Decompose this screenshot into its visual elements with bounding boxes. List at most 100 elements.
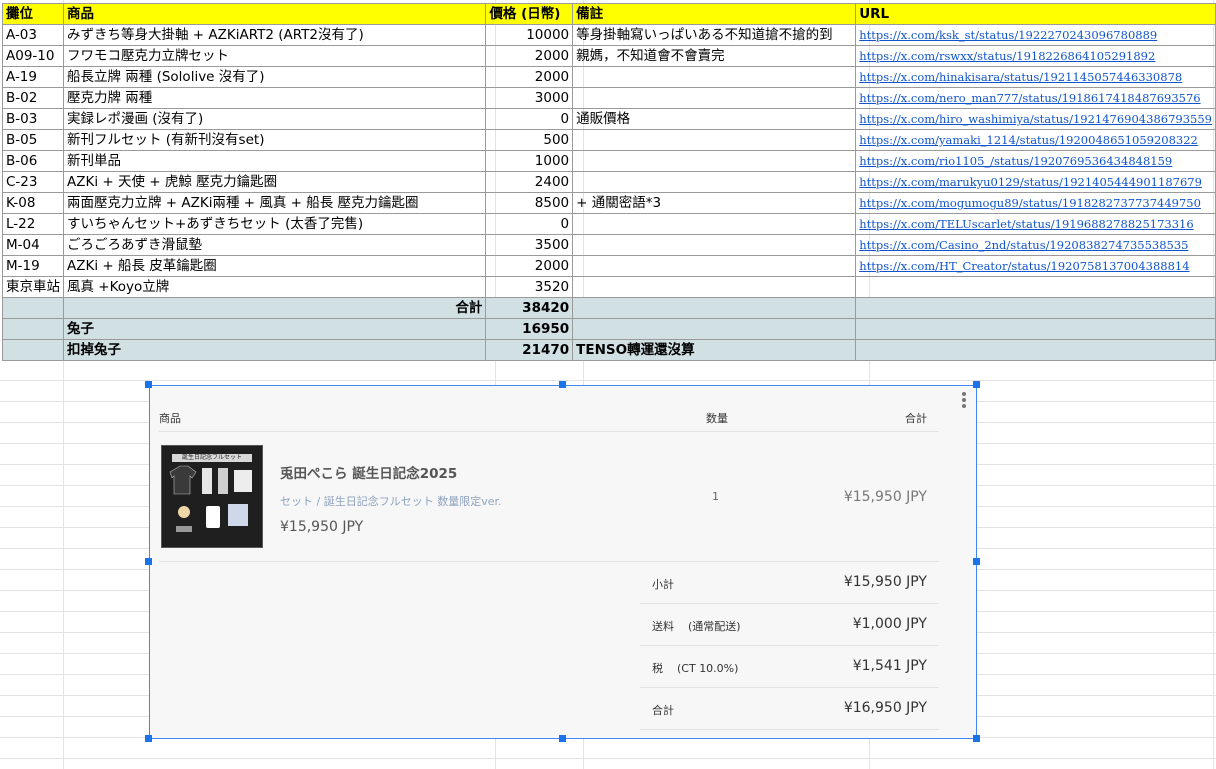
cell-price[interactable]: 3000 — [485, 87, 574, 109]
cell-url-link[interactable]: https://x.com/marukyu0129/status/1921405… — [855, 171, 1216, 193]
header-booth[interactable]: 攤位 — [2, 3, 64, 25]
resize-handle-bottom-right[interactable] — [973, 735, 980, 742]
total-label[interactable]: 合計 — [62, 297, 487, 319]
cell-note[interactable]: 等身掛軸寫いっぱいある不知道搶不搶的到 — [572, 24, 857, 46]
cell-price[interactable]: 2000 — [485, 45, 574, 67]
cell-url-link[interactable]: https://x.com/rswxx/status/1918226864105… — [855, 45, 1216, 67]
cell-booth[interactable]: A09-10 — [2, 45, 64, 67]
header-note[interactable]: 備註 — [572, 3, 857, 25]
header-item[interactable]: 商品 — [62, 3, 487, 25]
cell-url-link[interactable]: https://x.com/rio1105_/status/1920769536… — [855, 150, 1216, 172]
cell-item[interactable]: すいちゃんセット+あずきちセット (太香了完售) — [62, 213, 487, 235]
cell-item[interactable]: 実録レポ漫画 (沒有了) — [62, 108, 487, 130]
net-note[interactable]: TENSO轉運還沒算 — [572, 339, 857, 361]
cell-booth[interactable]: 東京車站 — [2, 276, 64, 298]
net-value[interactable]: 21470 — [485, 339, 574, 361]
cell-note[interactable] — [572, 255, 857, 277]
cell-note[interactable]: 通販價格 — [572, 108, 857, 130]
net-label[interactable]: 扣掉兔子 — [62, 339, 487, 361]
cell-booth[interactable]: L-22 — [2, 213, 64, 235]
cell-price[interactable]: 2000 — [485, 66, 574, 88]
cell-url-link[interactable]: https://x.com/yamaki_1214/status/1920048… — [855, 129, 1216, 151]
cell-booth[interactable]: B-06 — [2, 150, 64, 172]
cell-booth[interactable]: M-19 — [2, 255, 64, 277]
cell-price[interactable]: 3520 — [485, 276, 574, 298]
cell-booth[interactable]: B-03 — [2, 108, 64, 130]
cell-booth[interactable]: M-04 — [2, 234, 64, 256]
cell-price[interactable]: 0 — [485, 108, 574, 130]
cell-url-link[interactable]: https://x.com/hiro_washimiya/status/1921… — [855, 108, 1216, 130]
cell-url-link[interactable]: https://x.com/Casino_2nd/status/19208382… — [855, 234, 1216, 256]
cell-price[interactable]: 8500 — [485, 192, 574, 214]
cell-note[interactable] — [572, 234, 857, 256]
cell-booth[interactable]: B-05 — [2, 129, 64, 151]
cell-item[interactable]: 船長立牌 兩種 (Sololive 沒有了) — [62, 66, 487, 88]
cell-item[interactable]: フワモコ壓克力立牌セット — [62, 45, 487, 67]
divider — [640, 729, 939, 730]
cell-note[interactable] — [572, 66, 857, 88]
cell-booth[interactable]: K-08 — [2, 192, 64, 214]
cell-empty[interactable] — [855, 339, 1216, 361]
cell-url-link[interactable]: https://x.com/nero_man777/status/1918617… — [855, 87, 1216, 109]
cell-empty[interactable] — [2, 318, 64, 340]
cell-price[interactable]: 10000 — [485, 24, 574, 46]
cell-empty[interactable] — [572, 297, 857, 319]
embedded-image[interactable]: 商品 数量 合計 誕生日記念フルセット 兎田ぺこら 誕生日記念2025 セット … — [149, 385, 977, 739]
cell-empty[interactable] — [855, 297, 1216, 319]
cell-item[interactable]: 兩面壓克力立牌 + AZKi兩種 + 風真 + 船長 壓克力鑰匙圈 — [62, 192, 487, 214]
spreadsheet-canvas[interactable]: 攤位 商品 價格 (日幣) 備註 URL A-03 みずきち等身大掛軸 + AZK… — [0, 0, 1216, 769]
header-url[interactable]: URL — [855, 3, 1216, 25]
cell-price[interactable]: 1000 — [485, 150, 574, 172]
cell-item[interactable]: 新刊単品 — [62, 150, 487, 172]
cell-note[interactable] — [572, 213, 857, 235]
cell-url-link[interactable]: https://x.com/ksk_st/status/192227024309… — [855, 24, 1216, 46]
cell-url-link[interactable]: https://x.com/HT_Creator/status/19207581… — [855, 255, 1216, 277]
header-price[interactable]: 價格 (日幣) — [485, 3, 574, 25]
table-row: K-08 兩面壓克力立牌 + AZKi兩種 + 風真 + 船長 壓克力鑰匙圈 850… — [2, 192, 1216, 214]
cell-booth[interactable]: A-19 — [2, 66, 64, 88]
cell-item[interactable]: ごろごろあずき滑鼠墊 — [62, 234, 487, 256]
cell-url-link[interactable]: https://x.com/TELUscarlet/status/1919688… — [855, 213, 1216, 235]
cell-note[interactable] — [572, 87, 857, 109]
cell-item[interactable]: AZKi + 天使 + 虎鯨 壓克力鑰匙圈 — [62, 171, 487, 193]
cell-item[interactable]: 風真 +Koyo立牌 — [62, 276, 487, 298]
cell-price[interactable]: 0 — [485, 213, 574, 235]
cell-item[interactable]: 壓克力牌 兩種 — [62, 87, 487, 109]
resize-handle-top-right[interactable] — [973, 381, 980, 388]
cell-note[interactable] — [572, 150, 857, 172]
rabbit-label[interactable]: 兔子 — [62, 318, 487, 340]
cell-url-link[interactable]: https://x.com/hinakisara/status/19211450… — [855, 66, 1216, 88]
cell-price[interactable]: 500 — [485, 129, 574, 151]
cell-empty[interactable] — [855, 318, 1216, 340]
resize-handle-bottom-left[interactable] — [145, 735, 152, 742]
resize-handle-left[interactable] — [145, 558, 152, 565]
cell-price[interactable]: 2000 — [485, 255, 574, 277]
resize-handle-top[interactable] — [559, 381, 566, 388]
cell-booth[interactable]: C-23 — [2, 171, 64, 193]
divider — [640, 603, 939, 604]
cell-empty[interactable] — [2, 339, 64, 361]
cell-note[interactable]: + 通關密語*3 — [572, 192, 857, 214]
cell-price[interactable]: 2400 — [485, 171, 574, 193]
resize-handle-right[interactable] — [973, 558, 980, 565]
cell-item[interactable]: みずきち等身大掛軸 + AZKiART2 (ART2沒有了) — [62, 24, 487, 46]
cell-note[interactable] — [572, 171, 857, 193]
cell-booth[interactable]: B-02 — [2, 87, 64, 109]
rabbit-value[interactable]: 16950 — [485, 318, 574, 340]
cell-url-link[interactable] — [855, 276, 1216, 298]
cell-price[interactable]: 3500 — [485, 234, 574, 256]
cell-note[interactable] — [572, 276, 857, 298]
cell-note[interactable]: 親媽，不知道會不會賣完 — [572, 45, 857, 67]
cell-item[interactable]: 新刊フルセット (有新刊沒有set) — [62, 129, 487, 151]
cell-empty[interactable] — [2, 297, 64, 319]
resize-handle-top-left[interactable] — [145, 381, 152, 388]
cell-url-link[interactable]: https://x.com/mogumogu89/status/19182827… — [855, 192, 1216, 214]
more-options-icon[interactable] — [962, 392, 966, 410]
resize-handle-bottom[interactable] — [559, 735, 566, 742]
cell-booth[interactable]: A-03 — [2, 24, 64, 46]
cell-note[interactable] — [572, 129, 857, 151]
total-value[interactable]: 38420 — [485, 297, 574, 319]
divider — [159, 561, 939, 562]
cell-empty[interactable] — [572, 318, 857, 340]
cell-item[interactable]: AZKi + 船長 皮革鑰匙圈 — [62, 255, 487, 277]
